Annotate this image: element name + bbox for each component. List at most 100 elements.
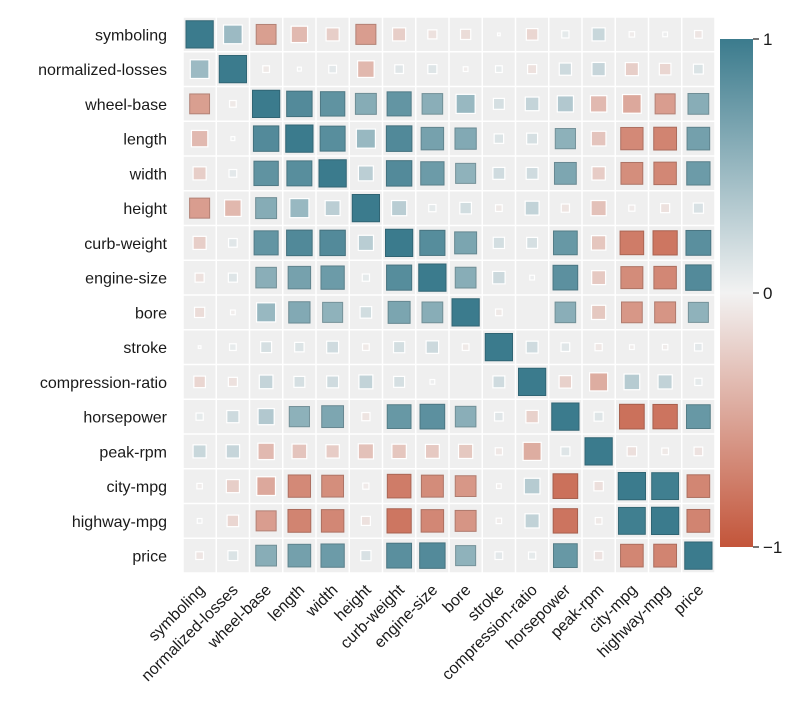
cell-symboling-city-mpg: symboling / city-mpg: -0.04 (628, 31, 636, 38)
cell-city-mpg-price: city-mpg / price: -0.69 (686, 474, 711, 498)
cell-engine-size-length: engine-size / length: 0.68 (287, 265, 312, 290)
cell-city-mpg-width: city-mpg / width: -0.64 (321, 474, 345, 498)
cell-width-width: width / width: 1 (318, 159, 347, 188)
cell-city-mpg-symboling: city-mpg / symboling: -0.04 (196, 482, 203, 490)
cell-engine-size-engine-size: engine-size / engine-size: 1 (418, 263, 447, 292)
cell-normalized-losses-wheel-base: normalized-losses / wheel-base: -0.06 (262, 65, 271, 74)
cell-compression-ratio-compression-ratio: compression-ratio / compression-ratio: 1 (518, 367, 547, 396)
cell-price-stroke: price / stroke: 0.08 (494, 551, 504, 561)
cell-horsepower-engine-size: horsepower / engine-size: 0.82 (419, 403, 446, 430)
cell-engine-size-symboling: engine-size / symboling: -0.11 (194, 272, 205, 283)
cell-normalized-losses-bore: normalized-losses / bore: -0.03 (462, 66, 469, 73)
cell-width-engine-size: width / engine-size: 0.73 (420, 161, 445, 186)
cell-bore-normalized-losses: bore / normalized-losses: -0.03 (229, 309, 236, 316)
cell-price-height: price / height: 0.14 (360, 549, 372, 562)
cell-width-height: width / height: 0.3 (357, 165, 374, 182)
cell-stroke-compression-ratio: stroke / compression-ratio: 0.19 (525, 340, 539, 354)
y-label-engine-size: engine-size (85, 271, 167, 288)
cell-symboling-compression-ratio: symboling / compression-ratio: -0.18 (525, 27, 539, 41)
cell-length-bore: length / bore: 0.61 (454, 127, 477, 150)
cell-length-peak-rpm: length / peak-rpm: -0.29 (590, 130, 607, 147)
cell-city-mpg-bore: city-mpg / bore: -0.58 (454, 475, 477, 498)
colorbar-ticks: 1 0 −1 (753, 30, 782, 557)
cell-symboling-height: symboling / height: -0.54 (355, 23, 377, 45)
cell-compression-ratio-price: compression-ratio / price: 0.07 (694, 377, 703, 387)
cell-height-width: height / width: 0.3 (324, 200, 341, 217)
cell-width-city-mpg: width / city-mpg: -0.64 (620, 161, 644, 185)
cell-highway-mpg-compression-ratio: highway-mpg / compression-ratio: 0.27 (524, 513, 540, 529)
cell-engine-size-peak-rpm: engine-size / peak-rpm: -0.26 (591, 270, 607, 286)
cell-wheel-base-engine-size: wheel-base / engine-size: 0.57 (421, 93, 444, 115)
cell-peak-rpm-wheel-base: peak-rpm / wheel-base: -0.36 (257, 442, 275, 461)
cell-horsepower-symboling: horsepower / symboling: 0.07 (195, 412, 204, 421)
cell-engine-size-wheel-base: engine-size / wheel-base: 0.57 (255, 266, 277, 289)
cell-curb-weight-engine-size: curb-weight / engine-size: 0.85 (419, 229, 446, 256)
cell-height-wheel-base: height / wheel-base: 0.59 (255, 197, 278, 220)
cell-normalized-losses-city-mpg: normalized-losses / city-mpg: -0.23 (624, 61, 640, 77)
cell-curb-weight-height: curb-weight / height: 0.31 (357, 234, 375, 252)
cell-price-engine-size: price / engine-size: 0.87 (419, 542, 446, 569)
cell-compression-ratio-city-mpg: compression-ratio / city-mpg: 0.33 (623, 373, 641, 391)
cell-peak-rpm-price: peak-rpm / price: -0.1 (693, 446, 704, 457)
y-label-bore: bore (135, 305, 167, 322)
y-label-curb-weight: curb-weight (84, 236, 167, 253)
cell-city-mpg-highway-mpg: city-mpg / highway-mpg: 0.97 (651, 472, 680, 501)
cell-length-price: length / price: 0.69 (686, 126, 711, 151)
cell-highway-mpg-wheel-base: highway-mpg / wheel-base: -0.54 (255, 510, 277, 532)
cell-normalized-losses-highway-mpg: normalized-losses / highway-mpg: -0.18 (658, 62, 672, 76)
cell-peak-rpm-highway-mpg: peak-rpm / highway-mpg: -0.06 (661, 447, 670, 456)
cell-horsepower-height: horsepower / height: -0.09 (361, 411, 371, 422)
cell-bore-price: bore / price: 0.54 (687, 301, 709, 323)
cell-stroke-bore: stroke / bore: -0.06 (461, 343, 470, 352)
cell-engine-size-normalized-losses: engine-size / normalized-losses: 0.11 (227, 272, 238, 283)
cell-city-mpg-city-mpg: city-mpg / city-mpg: 1 (617, 472, 646, 501)
cell-wheel-base-bore: wheel-base / bore: 0.49 (455, 93, 476, 115)
cell-length-highway-mpg: length / highway-mpg: -0.7 (653, 126, 678, 151)
y-label-price: price (132, 549, 167, 566)
cell-bore-wheel-base: bore / wheel-base: 0.49 (255, 302, 277, 323)
cell-city-mpg-compression-ratio: city-mpg / compression-ratio: 0.33 (523, 477, 541, 495)
cell-engine-size-stroke: engine-size / stroke: 0.21 (492, 270, 506, 285)
cell-stroke-horsepower: stroke / horsepower: 0.1 (560, 342, 571, 353)
cell-curb-weight-horsepower: curb-weight / horsepower: 0.76 (552, 230, 578, 256)
cell-height-compression-ratio: height / compression-ratio: 0.26 (524, 200, 540, 216)
cell-width-wheel-base: width / wheel-base: 0.8 (253, 160, 279, 187)
cell-height-curb-weight: height / curb-weight: 0.31 (390, 199, 408, 217)
cell-city-mpg-horsepower: city-mpg / horsepower: -0.82 (552, 473, 579, 499)
cell-highway-mpg-horsepower: highway-mpg / horsepower: -0.8 (552, 508, 579, 534)
cell-horsepower-peak-rpm: horsepower / peak-rpm: 0.11 (593, 411, 604, 422)
cell-normalized-losses-stroke: normalized-losses / stroke: 0.06 (494, 65, 503, 74)
cell-wheel-base-highway-mpg: wheel-base / highway-mpg: -0.54 (654, 93, 676, 115)
cell-stroke-city-mpg: stroke / city-mpg: -0.03 (628, 344, 635, 351)
cell-curb-weight-compression-ratio: curb-weight / compression-ratio: 0.16 (526, 236, 539, 249)
cell-highway-mpg-width: highway-mpg / width: -0.68 (320, 509, 345, 533)
cell-normalized-losses-width: normalized-losses / width: 0.08 (328, 64, 338, 74)
cell-peak-rpm-city-mpg: peak-rpm / city-mpg: -0.12 (626, 446, 638, 457)
cell-city-mpg-curb-weight: city-mpg / curb-weight: -0.75 (386, 473, 412, 499)
cell-price-city-mpg: price / city-mpg: -0.69 (620, 543, 644, 568)
cell-highway-mpg-price: highway-mpg / price: -0.7 (686, 508, 711, 533)
cell-length-curb-weight: length / curb-weight: 0.88 (385, 125, 413, 152)
cell-stroke-symboling: stroke / symboling: -0.01 (197, 345, 202, 350)
cell-symboling-normalized-losses: symboling / normalized-losses: 0.47 (222, 24, 243, 45)
cell-symboling-wheel-base: symboling / wheel-base: -0.53 (255, 23, 277, 45)
cell-height-highway-mpg: height / highway-mpg: -0.11 (660, 203, 671, 214)
cell-height-symboling: height / symboling: -0.54 (189, 197, 211, 219)
cell-wheel-base-normalized-losses: wheel-base / normalized-losses: -0.06 (228, 99, 237, 108)
cell-stroke-highway-mpg: stroke / highway-mpg: -0.04 (661, 343, 669, 351)
cell-width-highway-mpg: width / highway-mpg: -0.68 (653, 161, 677, 186)
y-label-city-mpg: city-mpg (107, 479, 167, 496)
cell-symboling-width: symboling / width: -0.23 (325, 27, 340, 42)
cell-wheel-base-curb-weight: wheel-base / curb-weight: 0.78 (386, 91, 412, 117)
cell-compression-ratio-engine-size: compression-ratio / engine-size: 0.03 (429, 378, 436, 385)
cell-bore-height: bore / height: 0.18 (359, 305, 373, 319)
cell-width-curb-weight: width / curb-weight: 0.87 (385, 160, 413, 187)
cell-stroke-stroke: stroke / stroke: 1 (484, 333, 513, 362)
y-label-height: height (123, 201, 167, 218)
cell-bore-symboling: bore / symboling: -0.14 (193, 306, 206, 319)
cell-bore-highway-mpg: bore / highway-mpg: -0.59 (654, 301, 677, 324)
cell-symboling-curb-weight: symboling / curb-weight: -0.23 (391, 27, 407, 42)
cell-horsepower-compression-ratio: horsepower / compression-ratio: -0.21 (525, 409, 539, 424)
cell-horsepower-bore: horsepower / bore: 0.57 (454, 405, 477, 428)
cell-engine-size-compression-ratio: engine-size / compression-ratio: 0.03 (529, 274, 536, 281)
